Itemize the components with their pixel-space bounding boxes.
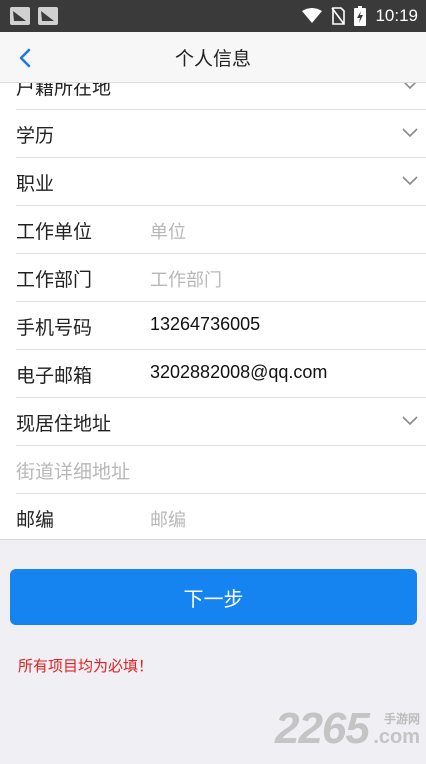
row-label: 户籍所在地 — [16, 83, 112, 99]
chevron-down-icon — [402, 176, 418, 186]
work-unit-row: 工作单位 单位 — [16, 206, 426, 254]
page-title: 个人信息 — [174, 48, 251, 70]
postcode-input[interactable]: 邮编 — [150, 506, 186, 532]
personal-info-form: 户籍所在地 学历 职业 工作单位 单位 工作部门 工作部门 手机号码 13264… — [0, 83, 426, 540]
no-sim-icon — [331, 7, 346, 25]
row-label: 手机号码 — [16, 317, 93, 339]
row-label: 现居住地址 — [16, 413, 112, 435]
row-label: 工作部门 — [16, 269, 93, 291]
current-address-select[interactable]: 现居住地址 — [16, 398, 426, 446]
phone-input[interactable]: 13264736005 — [150, 314, 260, 335]
watermark-suffix-top: 手游网 — [383, 712, 420, 726]
watermark-logo: 2265 手游网 .com — [275, 704, 420, 754]
street-address-row: 街道详细地址 — [16, 446, 426, 494]
required-notice: 所有项目均为必填！ — [18, 657, 154, 675]
email-row: 电子邮箱 3202882008@qq.com — [16, 350, 426, 398]
wifi-icon — [302, 8, 323, 23]
row-label: 学历 — [16, 125, 55, 147]
watermark-number: 2265 — [274, 704, 370, 753]
work-department-input[interactable]: 工作部门 — [150, 266, 222, 292]
app-notification-icon — [38, 7, 58, 25]
phone-row: 手机号码 13264736005 — [16, 302, 426, 350]
next-step-button[interactable]: 下一步 — [10, 569, 417, 625]
battery-charging-icon — [354, 6, 367, 26]
email-input[interactable]: 3202882008@qq.com — [150, 362, 327, 383]
work-unit-input[interactable]: 单位 — [150, 218, 186, 244]
nav-bar: 个人信息 — [0, 32, 426, 83]
household-location-select[interactable]: 户籍所在地 — [16, 83, 426, 110]
watermark-suffix-bottom: .com — [373, 726, 420, 748]
row-label: 职业 — [16, 173, 55, 195]
work-department-row: 工作部门 工作部门 — [16, 254, 426, 302]
street-address-input[interactable]: 街道详细地址 — [16, 457, 130, 484]
occupation-select[interactable]: 职业 — [16, 158, 426, 206]
chevron-down-icon — [402, 128, 418, 138]
row-label: 工作单位 — [16, 221, 93, 243]
row-label: 电子邮箱 — [16, 365, 93, 387]
status-time: 10:19 — [375, 6, 418, 25]
postcode-row: 邮编 邮编 — [16, 494, 426, 539]
education-select[interactable]: 学历 — [16, 110, 426, 158]
chevron-down-icon — [403, 83, 417, 90]
app-notification-icon — [10, 7, 30, 25]
row-label: 邮编 — [16, 509, 55, 531]
chevron-down-icon — [402, 416, 418, 426]
status-bar: 10:19 — [0, 0, 426, 32]
